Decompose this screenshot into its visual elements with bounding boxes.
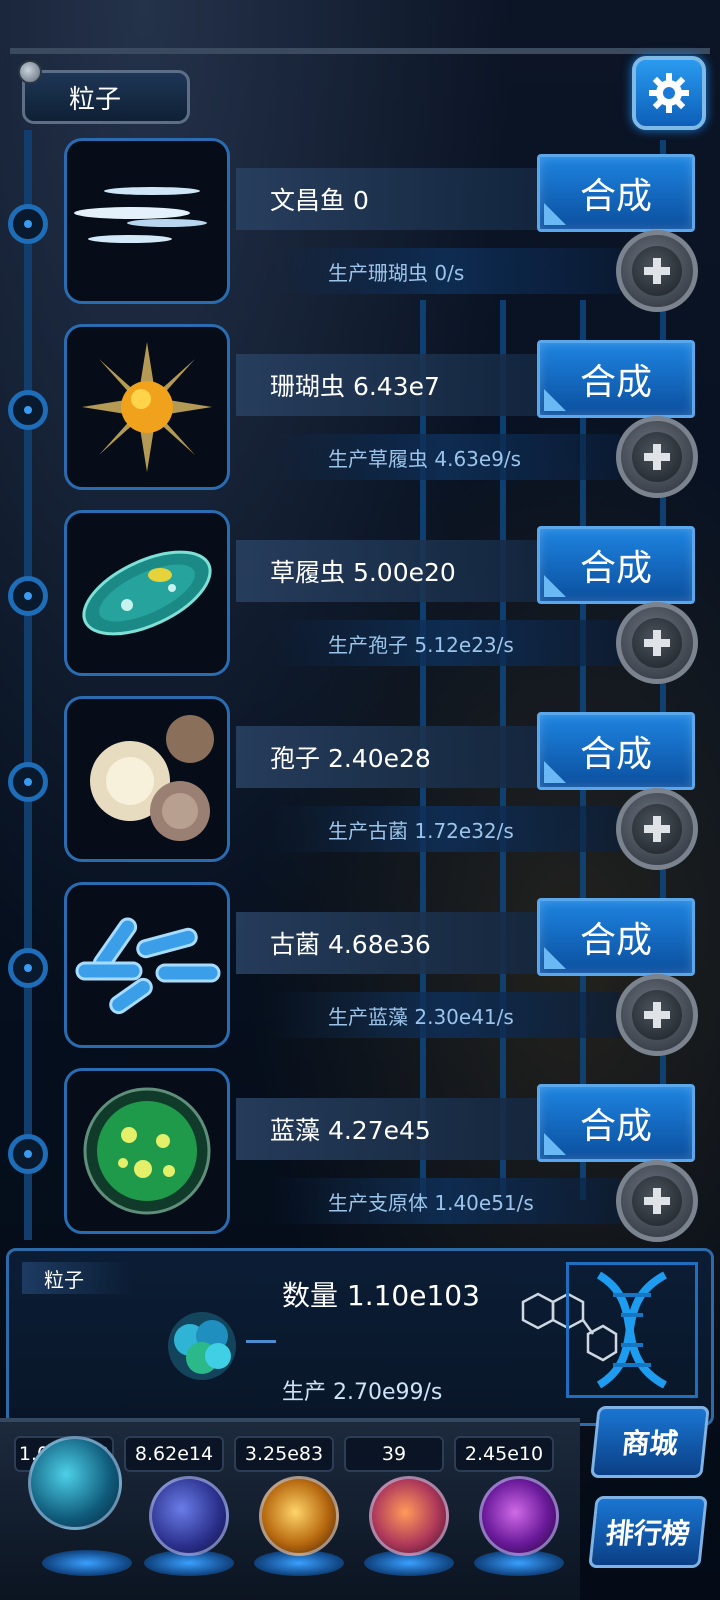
galaxy-orb[interactable] (259, 1476, 339, 1556)
stat-value: 3.25e83 (234, 1436, 334, 1472)
plus-icon (632, 432, 682, 482)
spore-image (64, 696, 230, 862)
summary-tag: 粒子 (22, 1262, 132, 1294)
settings-button[interactable] (632, 56, 706, 130)
brain-orb[interactable] (369, 1476, 449, 1556)
creature-row: 珊瑚虫 6.43e7 生产草履虫 4.63e9/s 合成 (0, 324, 720, 511)
stat-value: 8.62e14 (124, 1436, 224, 1472)
lancelet-image (64, 138, 230, 304)
dna-icon (596, 1271, 667, 1389)
creature-name: 古菌 4.68e36 (236, 912, 542, 974)
plus-icon (632, 990, 682, 1040)
circuit-connector (246, 1340, 276, 1343)
creature-row: 草履虫 5.00e20 生产孢子 5.12e23/s 合成 (0, 510, 720, 697)
stat-value: 2.45e10 (454, 1436, 554, 1472)
creature-production: 生产孢子 5.12e23/s (270, 620, 620, 666)
particle-production: 生产 2.70e99/s (282, 1380, 443, 1405)
creature-name: 珊瑚虫 6.43e7 (236, 354, 542, 416)
creature-name: 蓝藻 4.27e45 (236, 1098, 542, 1160)
add-button[interactable] (616, 230, 698, 312)
particle-orb[interactable] (28, 1436, 122, 1530)
creature-name: 文昌鱼 0 (236, 168, 542, 230)
creature-row: 古菌 4.68e36 生产蓝藻 2.30e41/s 合成 (0, 882, 720, 1069)
orb-pedestal (42, 1550, 132, 1576)
creature-row: 孢子 2.40e28 生产古菌 1.72e32/s 合成 (0, 696, 720, 883)
lightning-orb[interactable] (149, 1476, 229, 1556)
plus-icon (632, 246, 682, 296)
plus-icon (632, 804, 682, 854)
screw-icon (18, 60, 42, 84)
creature-production: 生产蓝藻 2.30e41/s (270, 992, 620, 1038)
synthesize-button[interactable]: 合成 (537, 1084, 695, 1162)
ranking-button[interactable]: 排行榜 (588, 1496, 708, 1568)
dna-frame (566, 1262, 698, 1398)
creature-production: 生产古菌 1.72e32/s (270, 806, 620, 852)
add-button[interactable] (616, 788, 698, 870)
add-button[interactable] (616, 974, 698, 1056)
creature-production: 生产珊瑚虫 0/s (270, 248, 620, 294)
coral-polyp-image (64, 324, 230, 490)
synthesize-button[interactable]: 合成 (537, 526, 695, 604)
add-button[interactable] (616, 416, 698, 498)
particle-count: 数量 1.10e103 (282, 1279, 480, 1312)
creature-production: 生产支原体 1.40e51/s (270, 1178, 620, 1224)
synthesize-button[interactable]: 合成 (537, 712, 695, 790)
cyanobacteria-image (64, 1068, 230, 1234)
creature-name: 孢子 2.40e28 (236, 726, 542, 788)
creature-name: 草履虫 5.00e20 (236, 540, 542, 602)
shop-button[interactable]: 商城 (590, 1406, 710, 1478)
plus-icon (632, 1176, 682, 1226)
paramecium-image (64, 510, 230, 676)
creature-row: 蓝藻 4.27e45 生产支原体 1.40e51/s 合成 (0, 1068, 720, 1255)
stat-value: 39 (344, 1436, 444, 1472)
plus-icon (632, 618, 682, 668)
page-title: 粒子 (22, 70, 190, 124)
gear-icon (649, 73, 689, 113)
creature-production: 生产草履虫 4.63e9/s (270, 434, 620, 480)
synthesize-button[interactable]: 合成 (537, 154, 695, 232)
add-button[interactable] (616, 1160, 698, 1242)
synthesize-button[interactable]: 合成 (537, 898, 695, 976)
vortex-orb[interactable] (479, 1476, 559, 1556)
synthesize-button[interactable]: 合成 (537, 340, 695, 418)
particle-image (142, 1296, 252, 1396)
creature-row: 文昌鱼 0 生产珊瑚虫 0/s 合成 (0, 138, 720, 325)
archaea-image (64, 882, 230, 1048)
add-button[interactable] (616, 602, 698, 684)
